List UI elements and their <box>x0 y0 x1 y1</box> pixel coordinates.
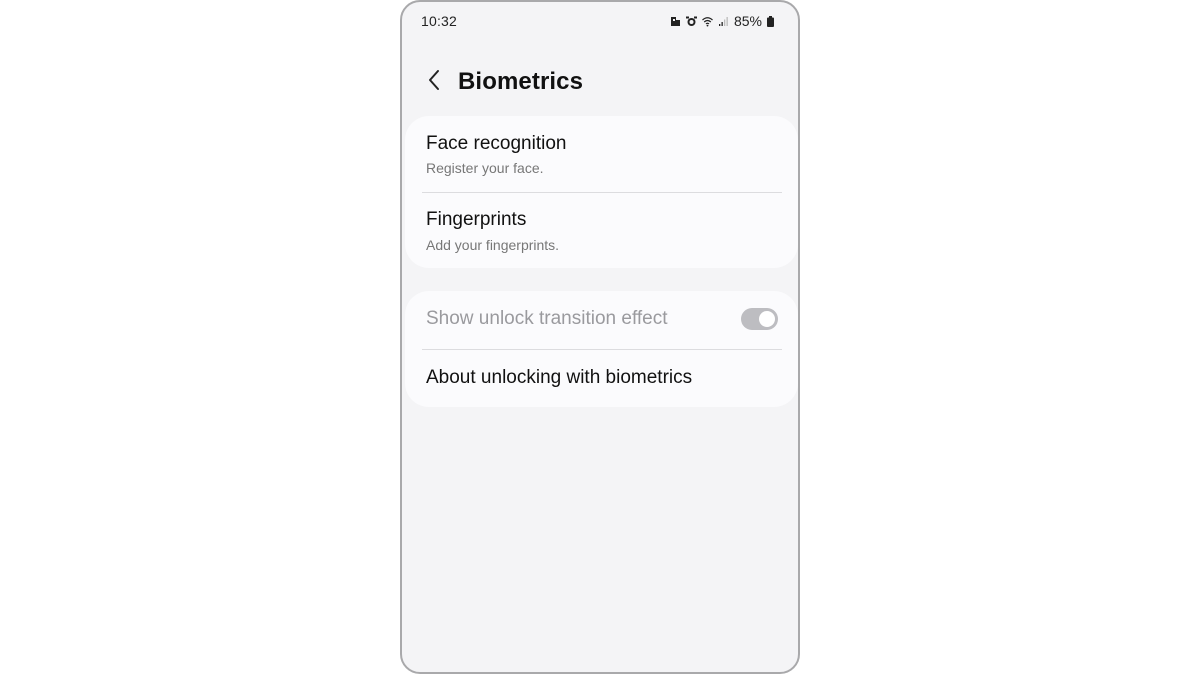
biometrics-card: Face recognition Register your face. Fin… <box>405 116 798 268</box>
alarm-icon <box>685 16 697 27</box>
status-icons: 85% <box>670 13 778 29</box>
face-recognition-item[interactable]: Face recognition Register your face. <box>405 116 798 192</box>
battery-percent: 85% <box>733 13 762 29</box>
toggle-knob <box>759 311 775 327</box>
unlock-transition-item[interactable]: Show unlock transition effect <box>405 291 798 349</box>
fingerprints-title: Fingerprints <box>426 209 527 230</box>
unlock-transition-toggle[interactable] <box>741 308 778 330</box>
unlock-transition-label: Show unlock transition effect <box>426 308 668 329</box>
face-recognition-subtitle: Register your face. <box>426 160 544 176</box>
about-biometrics-item[interactable]: About unlocking with biometrics <box>405 350 798 407</box>
fingerprints-item[interactable]: Fingerprints Add your fingerprints. <box>405 193 798 268</box>
back-button[interactable] <box>420 68 448 96</box>
wifi-icon <box>702 16 713 27</box>
options-card: Show unlock transition effect About unlo… <box>405 291 798 407</box>
face-recognition-title: Face recognition <box>426 133 567 154</box>
status-bar: 10:32 85% <box>402 2 798 40</box>
page-title: Biometrics <box>458 68 584 95</box>
phone-frame: 10:32 85% Biometrics Face recognition Re… <box>400 0 800 674</box>
notification-icon <box>670 16 681 27</box>
status-time: 10:32 <box>421 13 458 29</box>
about-biometrics-label: About unlocking with biometrics <box>426 367 693 388</box>
app-header: Biometrics <box>402 60 798 104</box>
signal-icon <box>718 16 729 27</box>
battery-icon <box>767 15 778 27</box>
fingerprints-subtitle: Add your fingerprints. <box>426 237 560 253</box>
chevron-left-icon <box>427 69 441 96</box>
